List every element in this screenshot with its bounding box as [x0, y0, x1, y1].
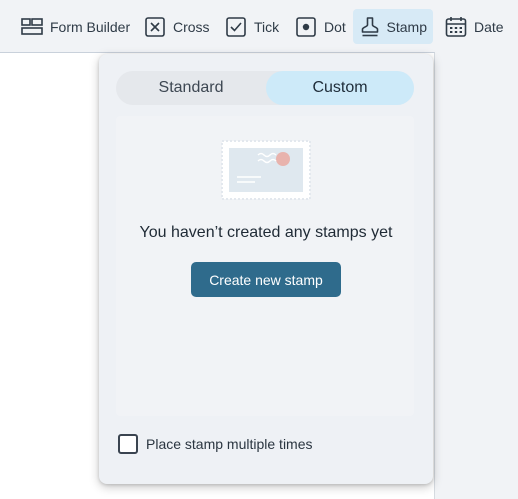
- stamp-popover: Standard Custom You haven’t created any …: [99, 54, 433, 484]
- date-tool[interactable]: Date: [438, 9, 510, 44]
- date-label: Date: [474, 18, 504, 35]
- tick-label: Tick: [254, 18, 280, 35]
- stamp-icon: [359, 15, 381, 39]
- stamp-type-toggle: Standard Custom: [116, 71, 414, 105]
- tab-standard[interactable]: Standard: [116, 71, 266, 105]
- empty-state-message: You haven’t created any stamps yet: [139, 224, 393, 241]
- dot-box-icon: [294, 15, 318, 39]
- cross-box-icon: [143, 15, 167, 39]
- form-builder-label: Form Builder: [50, 18, 131, 35]
- stamp-label: Stamp: [386, 18, 427, 35]
- toolbar: Form Builder Cross Tick Dot Stamp Date: [0, 0, 518, 52]
- cross-label: Cross: [173, 18, 210, 35]
- tick-tool[interactable]: Tick: [218, 9, 285, 44]
- place-multiple-label: Place stamp multiple times: [146, 436, 313, 452]
- cross-tool[interactable]: Cross: [137, 9, 216, 44]
- empty-stamp-illustration: [221, 140, 311, 200]
- place-multiple-checkbox[interactable]: [118, 434, 138, 454]
- form-builder-tool[interactable]: Form Builder: [14, 9, 136, 44]
- tick-box-icon: [224, 15, 248, 39]
- calendar-icon: [444, 15, 468, 39]
- place-multiple-option[interactable]: Place stamp multiple times: [118, 434, 313, 454]
- dot-label: Dot: [324, 18, 346, 35]
- tab-custom[interactable]: Custom: [266, 71, 414, 105]
- form-builder-icon: [20, 15, 44, 39]
- dot-tool[interactable]: Dot: [288, 9, 352, 44]
- stamp-tool[interactable]: Stamp: [353, 9, 433, 44]
- create-new-stamp-button[interactable]: Create new stamp: [191, 262, 341, 297]
